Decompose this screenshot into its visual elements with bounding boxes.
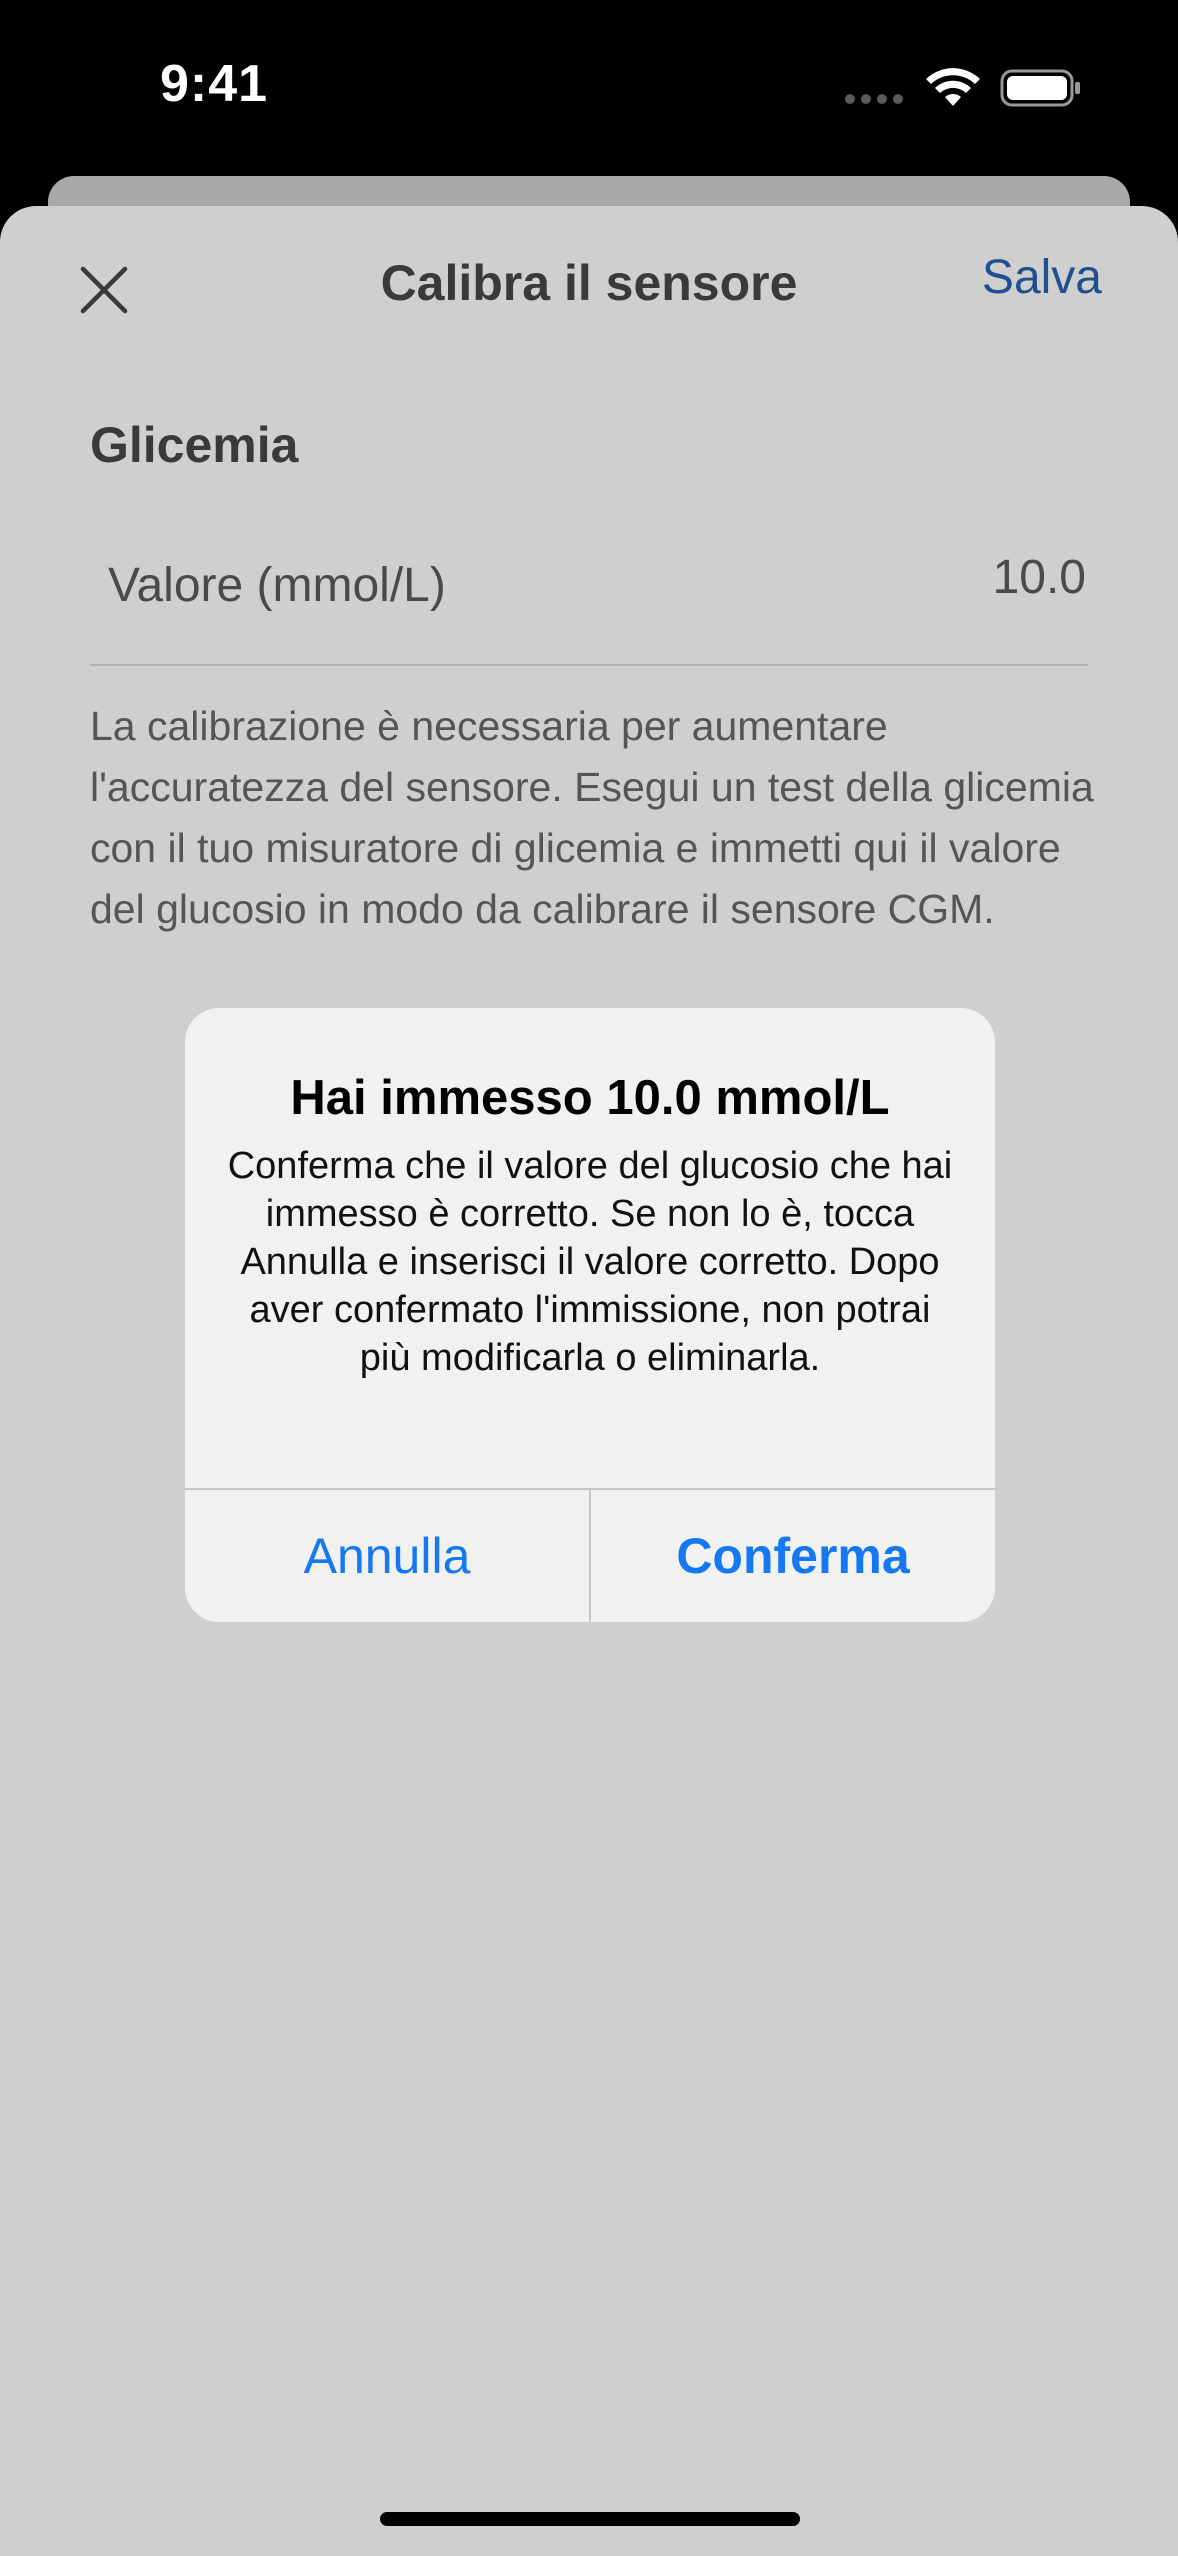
status-bar: 9:41 [0, 0, 1178, 176]
glucose-value-label: Valore (mmol/L) [108, 559, 446, 612]
page-title: Calibra il sensore [380, 255, 798, 311]
confirm-alert: Hai immesso 10.0 mmol/L Conferma che il … [185, 1008, 995, 1622]
alert-message: Conferma che il valore del glucosio che … [227, 1145, 953, 1379]
close-icon [80, 266, 128, 314]
battery-icon [1000, 69, 1080, 107]
calibration-description: La calibrazione è necessaria per aumenta… [90, 703, 1094, 932]
section-title: Glicemia [90, 417, 299, 473]
signal-dots-icon [845, 94, 903, 104]
alert-title: Hai immesso 10.0 mmol/L [290, 1071, 890, 1125]
home-indicator[interactable] [380, 2512, 800, 2526]
cancel-button[interactable]: Annulla [185, 1490, 589, 1622]
wifi-icon [926, 68, 980, 106]
glucose-value-row: Valore (mmol/L) [90, 516, 1088, 666]
status-time: 9:41 [160, 55, 269, 113]
screen: 9:41 Calibra il sensore Salva Glicemia V… [0, 0, 1178, 2556]
confirm-button[interactable]: Conferma [591, 1490, 995, 1622]
nav-bar: Calibra il sensore Salva [0, 206, 1178, 356]
save-button[interactable]: Salva [982, 250, 1102, 305]
glucose-value-input[interactable] [786, 550, 1086, 605]
close-button[interactable] [62, 248, 146, 332]
